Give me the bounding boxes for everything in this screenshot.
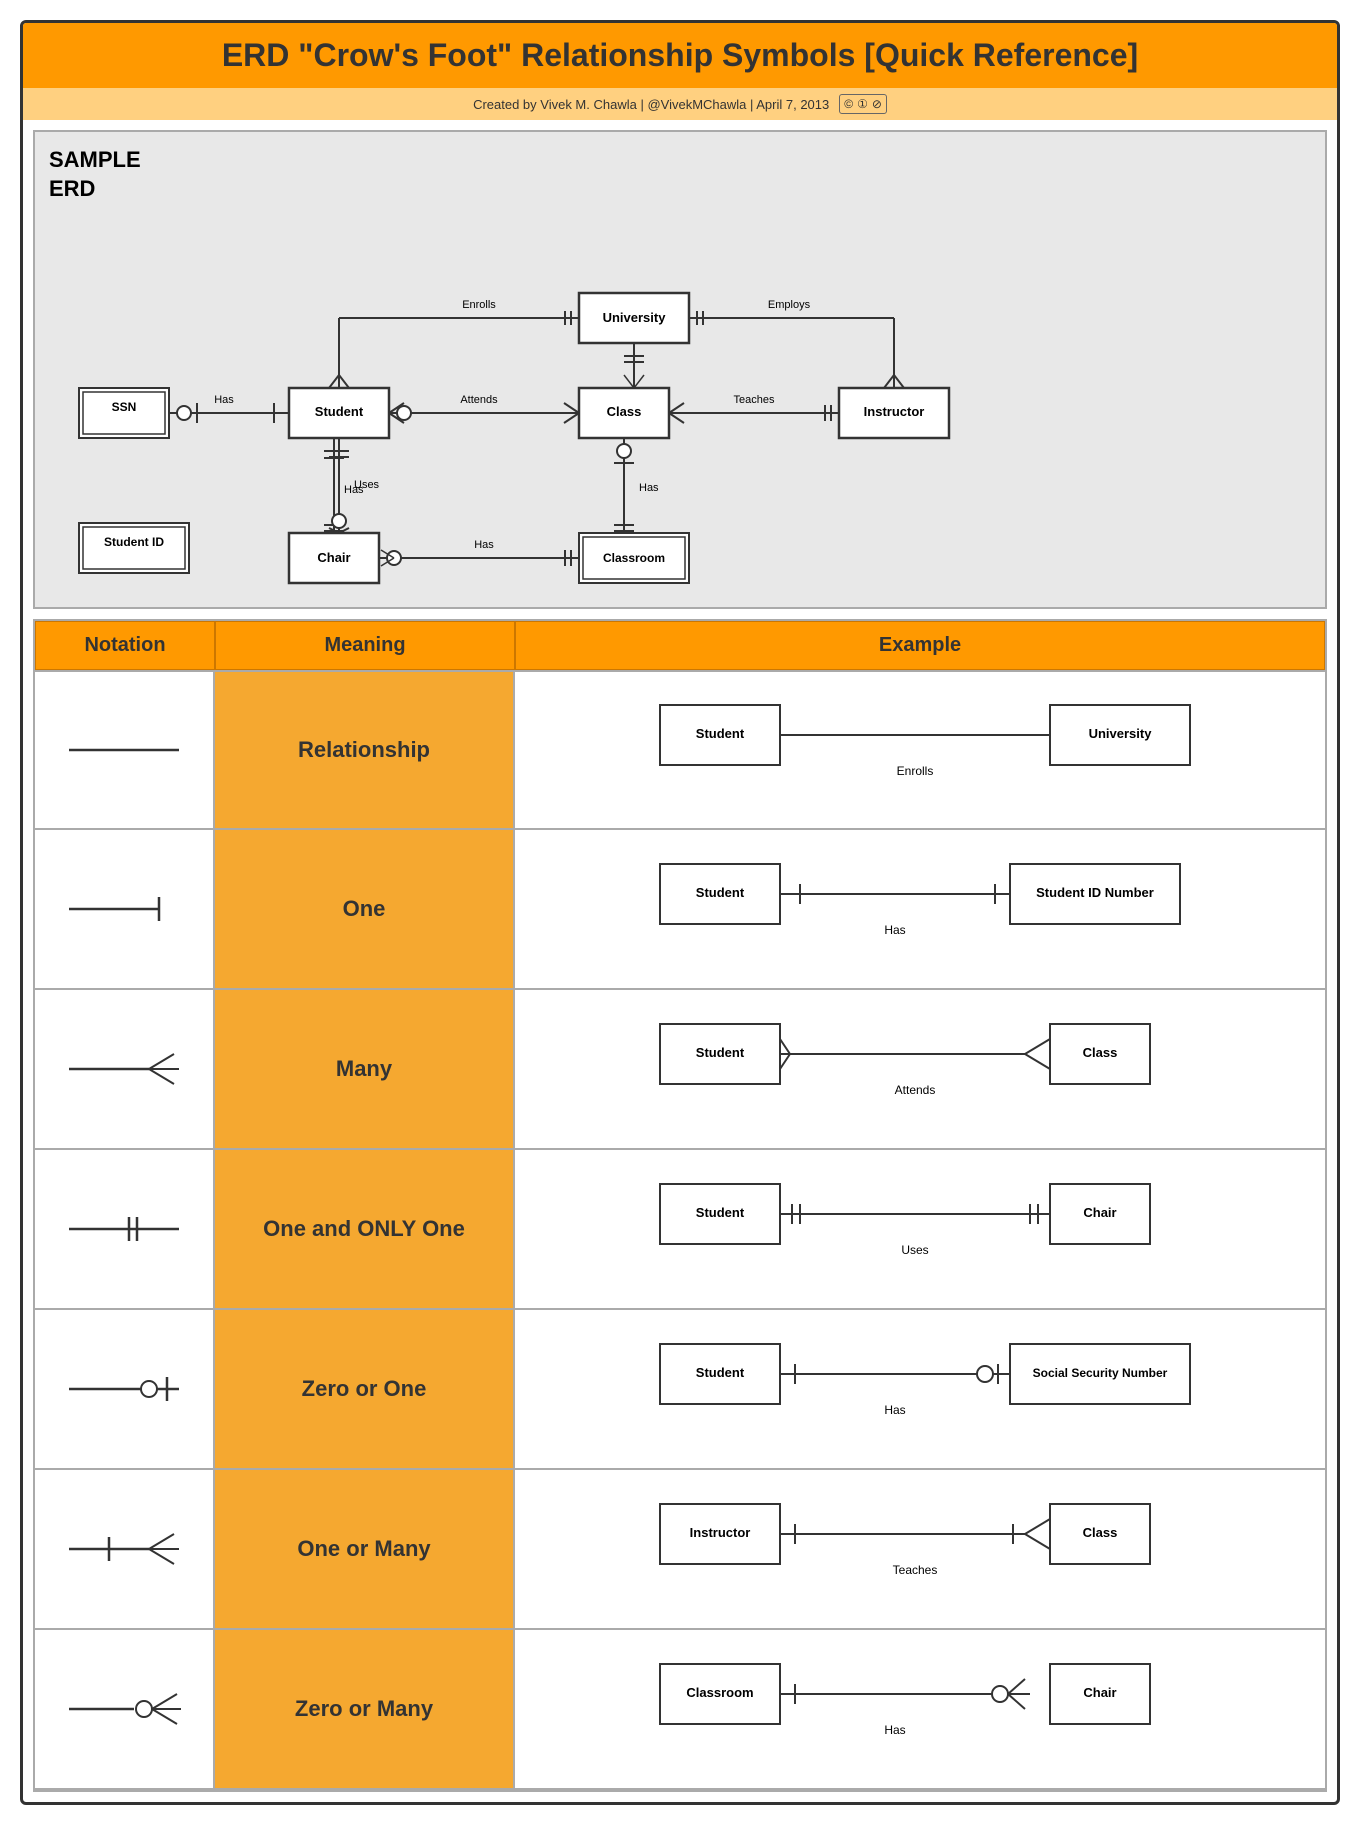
- example-svg-one-or-many: Instructor Class Teaches: [630, 1484, 1210, 1614]
- svg-text:Has: Has: [214, 394, 234, 406]
- row-zero-or-one: Zero or One Student Social Security Numb…: [35, 1310, 1325, 1470]
- example-svg-one-only: Student Chair Uses: [630, 1164, 1210, 1294]
- svg-text:Teaches: Teaches: [893, 1563, 938, 1577]
- svg-text:Has: Has: [884, 923, 905, 937]
- header-example: Example: [515, 621, 1325, 670]
- svg-text:Social Security Number: Social Security Number: [1033, 1366, 1168, 1380]
- meaning-one: One: [215, 830, 515, 988]
- main-title: ERD "Crow's Foot" Relationship Symbols […: [43, 37, 1317, 74]
- example-svg-zero-or-many: Classroom Chair Has: [630, 1644, 1210, 1774]
- svg-text:Has: Has: [884, 1403, 905, 1417]
- erd-svg: SSN Student ID Student Chair University …: [49, 213, 1311, 593]
- svg-text:Class: Class: [607, 404, 642, 419]
- symbol-svg-zero-or-one: [59, 1359, 189, 1419]
- notation-table: Notation Meaning Example Relationship St…: [33, 619, 1327, 1792]
- header-notation: Notation: [35, 621, 215, 670]
- symbol-svg-zero-or-many: [59, 1679, 189, 1739]
- row-relationship: Relationship Student University Enrolls: [35, 670, 1325, 830]
- svg-text:Student: Student: [315, 404, 364, 419]
- svg-text:Student: Student: [696, 885, 745, 900]
- meaning-one-only: One and ONLY One: [215, 1150, 515, 1308]
- example-svg-relationship: Student University Enrolls: [630, 685, 1210, 815]
- notation-symbol-one-only: [35, 1150, 215, 1308]
- meaning-many: Many: [215, 990, 515, 1148]
- svg-text:University: University: [1089, 726, 1153, 741]
- table-header: Notation Meaning Example: [35, 621, 1325, 670]
- row-one: One Student Student ID Number Has: [35, 830, 1325, 990]
- example-many: Student Class Attends: [515, 990, 1325, 1148]
- meaning-relationship: Relationship: [215, 672, 515, 828]
- svg-text:Student: Student: [696, 726, 745, 741]
- credit-bar: Created by Vivek M. Chawla | @VivekMChaw…: [23, 88, 1337, 120]
- svg-text:Has: Has: [884, 1723, 905, 1737]
- row-zero-or-many: Zero or Many Classroom Chair Has: [35, 1630, 1325, 1790]
- credit-text: Created by Vivek M. Chawla | @VivekMChaw…: [473, 97, 829, 112]
- notation-symbol-one-or-many: [35, 1470, 215, 1628]
- svg-text:Student ID: Student ID: [104, 535, 164, 549]
- svg-text:Student: Student: [696, 1365, 745, 1380]
- example-zero-or-many: Classroom Chair Has: [515, 1630, 1325, 1788]
- row-one-or-many: One or Many Instructor Class Teaches: [35, 1470, 1325, 1630]
- example-zero-or-one: Student Social Security Number Has: [515, 1310, 1325, 1468]
- example-one-only: Student Chair Uses: [515, 1150, 1325, 1308]
- svg-text:Student: Student: [696, 1205, 745, 1220]
- notation-symbol-one: [35, 830, 215, 988]
- symbol-svg-relationship: [59, 720, 189, 780]
- example-one: Student Student ID Number Has: [515, 830, 1325, 988]
- svg-text:Classroom: Classroom: [603, 551, 665, 565]
- svg-text:Instructor: Instructor: [690, 1525, 751, 1540]
- svg-text:Chair: Chair: [1083, 1685, 1116, 1700]
- meaning-one-or-many: One or Many: [215, 1470, 515, 1628]
- example-svg-one: Student Student ID Number Has: [630, 844, 1210, 974]
- svg-text:Uses: Uses: [354, 479, 380, 491]
- svg-text:Chair: Chair: [317, 550, 350, 565]
- svg-text:Classroom: Classroom: [686, 1685, 753, 1700]
- svg-text:Teaches: Teaches: [734, 394, 775, 406]
- svg-text:Attends: Attends: [460, 394, 498, 406]
- header-meaning: Meaning: [215, 621, 515, 670]
- svg-text:Instructor: Instructor: [864, 404, 925, 419]
- symbol-svg-one: [59, 879, 189, 939]
- symbol-svg-one-or-many: [59, 1519, 189, 1579]
- svg-text:University: University: [603, 310, 667, 325]
- notation-symbol-relationship: [35, 672, 215, 828]
- svg-text:Class: Class: [1083, 1045, 1118, 1060]
- svg-text:Has: Has: [474, 539, 494, 551]
- svg-text:Attends: Attends: [895, 1083, 936, 1097]
- svg-text:Uses: Uses: [901, 1243, 928, 1257]
- example-one-or-many: Instructor Class Teaches: [515, 1470, 1325, 1628]
- erd-canvas: SSN Student ID Student Chair University …: [49, 213, 1311, 593]
- svg-text:Employs: Employs: [768, 299, 811, 311]
- sample-erd-section: SAMPLEERD SSN Student ID Student Chair: [33, 130, 1327, 609]
- title-bar: ERD "Crow's Foot" Relationship Symbols […: [23, 23, 1337, 88]
- main-container: ERD "Crow's Foot" Relationship Symbols […: [20, 20, 1340, 1805]
- svg-text:Chair: Chair: [1083, 1205, 1116, 1220]
- notation-symbol-zero-or-many: [35, 1630, 215, 1788]
- symbol-svg-many: [59, 1039, 189, 1099]
- example-svg-many: Student Class Attends: [630, 1004, 1210, 1134]
- symbol-svg-one-only: [59, 1199, 189, 1259]
- cc-icons: © ① ⊘: [839, 94, 887, 114]
- row-one-only: One and ONLY One Student Chair Uses: [35, 1150, 1325, 1310]
- svg-text:Enrolls: Enrolls: [897, 764, 934, 778]
- row-many: Many Student Class Attends: [35, 990, 1325, 1150]
- meaning-zero-or-many: Zero or Many: [215, 1630, 515, 1788]
- svg-text:SSN: SSN: [112, 400, 137, 414]
- svg-text:Class: Class: [1083, 1525, 1118, 1540]
- sample-erd-label: SAMPLEERD: [49, 146, 1311, 203]
- meaning-zero-or-one: Zero or One: [215, 1310, 515, 1468]
- svg-text:Has: Has: [639, 482, 659, 494]
- notation-symbol-zero-or-one: [35, 1310, 215, 1468]
- example-relationship: Student University Enrolls: [515, 672, 1325, 828]
- svg-text:Student: Student: [696, 1045, 745, 1060]
- svg-text:Enrolls: Enrolls: [462, 299, 496, 311]
- example-svg-zero-or-one: Student Social Security Number Has: [630, 1324, 1210, 1454]
- notation-symbol-many: [35, 990, 215, 1148]
- svg-text:Student ID Number: Student ID Number: [1036, 885, 1154, 900]
